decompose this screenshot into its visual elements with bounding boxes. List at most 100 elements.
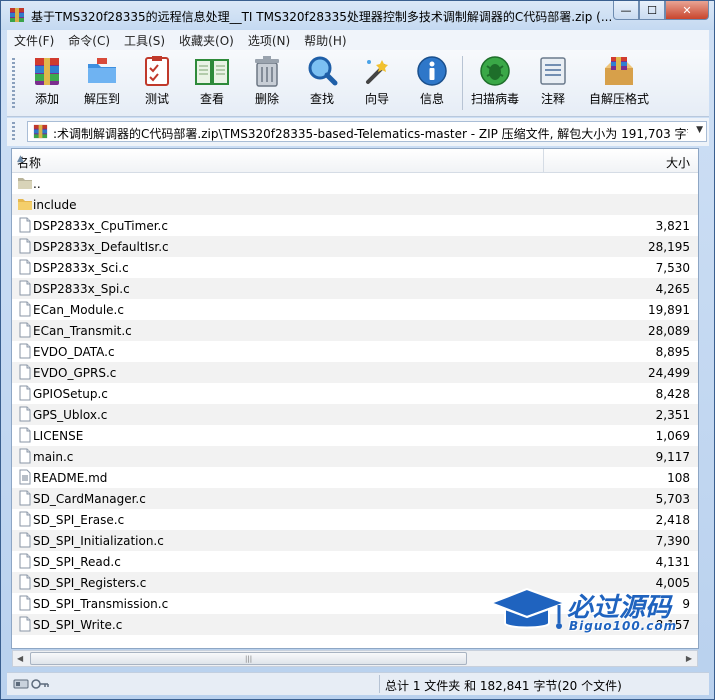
text-file-icon [17,469,33,485]
file-row[interactable]: EVDO_DATA.c 8,895 [12,341,698,362]
window-title: 基于TMS320f28335的远程信息处理__TI TMS320f28335处理… [31,10,611,24]
file-name: include [33,198,77,212]
file-size: 28,195 [648,240,690,254]
watermark: 必过源码 Biguo100.com [488,585,689,645]
file-row[interactable]: SD_SPI_Erase.c 2,418 [12,509,698,530]
minimize-button[interactable]: — [613,1,639,20]
file-row[interactable]: ECan_Transmit.c 28,089 [12,320,698,341]
file-icon [17,448,33,464]
trash-icon [255,56,279,87]
maximize-button[interactable]: ☐ [639,1,665,20]
file-size: 8,895 [655,345,690,359]
title-bar[interactable]: 基于TMS320f28335的远程信息处理__TI TMS320f28335处理… [1,1,714,30]
sfx-label: 自解压格式 [588,92,649,106]
column-header-size[interactable]: 大小 [545,149,698,172]
add-label: 添加 [34,92,59,106]
file-name: SD_SPI_Read.c [33,555,121,569]
sfx-button[interactable]: 自解压格式 [587,54,651,114]
wizard-button[interactable]: 向导 [349,54,405,114]
add-button[interactable]: 添加 [19,54,75,114]
file-size: 8,428 [655,387,690,401]
horizontal-scrollbar[interactable]: ◀ ||| ▶ [12,650,698,667]
file-row[interactable]: SD_CardManager.c 5,703 [12,488,698,509]
file-size: 2,418 [655,513,690,527]
file-size: 9,117 [655,450,690,464]
file-list[interactable]: 名称 ▲ 大小 .. include DSP2833x_CpuTimer.c 3,82… [11,148,699,649]
file-icon [17,427,33,443]
drive-key-icon[interactable] [13,677,49,691]
extract-to-button[interactable]: 解压到 [74,54,130,114]
status-separator [379,675,380,693]
scroll-right-icon[interactable]: ▶ [686,654,692,663]
view-book-icon [195,59,229,85]
file-size: 2,351 [655,408,690,422]
file-name: main.c [33,450,74,464]
graduation-cap-logo-icon [488,587,568,629]
menu-commands[interactable]: 命令(C) [61,32,117,49]
file-row[interactable]: README.md 108 [12,467,698,488]
scrollbar-thumb[interactable]: ||| [30,652,467,665]
wizard-label: 向导 [364,92,389,106]
archive-icon [33,124,48,139]
file-row[interactable]: SD_SPI_Initialization.c 7,390 [12,530,698,551]
info-button[interactable]: 信息 [404,54,460,114]
winrar-app-icon [10,8,24,22]
file-row[interactable]: GPIOSetup.c 8,428 [12,383,698,404]
file-row[interactable]: include [12,194,698,215]
file-row[interactable]: DSP2833x_Spi.c 4,265 [12,278,698,299]
sfx-icon [605,57,633,85]
file-list-header: 名称 ▲ 大小 [12,149,698,173]
file-name: SD_SPI_Initialization.c [33,534,164,548]
file-icon [17,217,33,233]
menu-options[interactable]: 选项(N) [241,32,297,49]
address-bar-grip[interactable] [12,122,15,142]
file-size: 5,703 [655,492,690,506]
file-row[interactable]: .. [12,173,698,194]
comment-button[interactable]: 注释 [525,54,581,114]
file-name: EVDO_DATA.c [33,345,115,359]
test-label: 测试 [144,92,169,106]
chevron-down-icon[interactable]: ▼ [696,125,703,135]
file-name: SD_SPI_Write.c [33,618,123,632]
file-row[interactable]: LICENSE 1,069 [12,425,698,446]
view-button[interactable]: 查看 [184,54,240,114]
virus-scan-button[interactable]: 扫描病毒 [467,54,523,114]
toolbar: 添加 解压到 测试 查看 删除 查找 向导 信息 扫描病毒 注释 自解压格式 [7,50,709,117]
comment-icon [540,57,566,85]
file-name: DSP2833x_Sci.c [33,261,129,275]
column-header-name[interactable]: 名称 ▲ [12,149,544,172]
file-name: LICENSE [33,429,84,443]
file-name: .. [33,177,41,191]
find-button[interactable]: 查找 [294,54,350,114]
file-icon [17,238,33,254]
address-bar: :术调制解调器的C代码部署.zip\TMS320f28335-based-Tel… [7,118,709,146]
file-row[interactable]: EVDO_GPRS.c 24,499 [12,362,698,383]
sort-ascending-icon: ▲ [17,154,24,164]
file-row[interactable]: SD_SPI_Read.c 4,131 [12,551,698,572]
extract-to-label: 解压到 [83,92,120,106]
delete-button[interactable]: 删除 [239,54,295,114]
file-row[interactable]: ECan_Module.c 19,891 [12,299,698,320]
test-button[interactable]: 测试 [129,54,185,114]
menu-help[interactable]: 帮助(H) [297,32,353,49]
file-row[interactable]: GPS_Ublox.c 2,351 [12,404,698,425]
menu-file[interactable]: 文件(F) [7,32,61,49]
file-name: EVDO_GPRS.c [33,366,117,380]
menu-favorites[interactable]: 收藏夹(O) [172,32,241,49]
status-summary: 总计 1 文件夹 和 182,841 字节(20 个文件) [385,679,622,693]
close-button[interactable]: ✕ [665,1,709,20]
file-name: DSP2833x_CpuTimer.c [33,219,168,233]
file-row[interactable]: main.c 9,117 [12,446,698,467]
file-name: SD_SPI_Transmission.c [33,597,169,611]
scroll-left-icon[interactable]: ◀ [17,654,23,663]
file-icon [17,385,33,401]
file-row[interactable]: DSP2833x_CpuTimer.c 3,821 [12,215,698,236]
address-path-combobox[interactable]: :术调制解调器的C代码部署.zip\TMS320f28335-based-Tel… [27,121,707,142]
delete-label: 删除 [254,92,279,106]
menu-bar: 文件(F) 命令(C) 工具(S) 收藏夹(O) 选项(N) 帮助(H) [7,30,709,50]
file-name: GPIOSetup.c [33,387,108,401]
menu-tools[interactable]: 工具(S) [117,32,172,49]
file-row[interactable]: DSP2833x_Sci.c 7,530 [12,257,698,278]
toolbar-grip[interactable] [12,58,15,108]
file-row[interactable]: DSP2833x_DefaultIsr.c 28,195 [12,236,698,257]
